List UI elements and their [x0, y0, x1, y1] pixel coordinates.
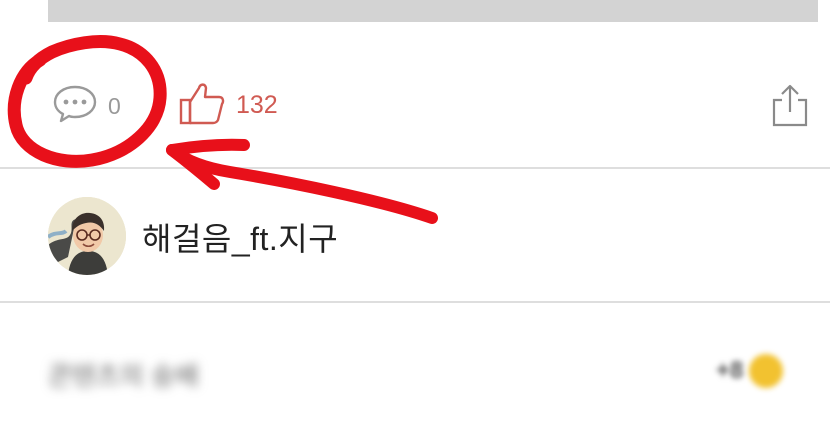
comment-count: 0 [108, 92, 121, 119]
speech-bubble-icon [52, 84, 98, 129]
author-name[interactable]: 해걸음_ft.지구 [142, 214, 338, 260]
share-upload-icon [770, 84, 810, 132]
blurred-reward: +8 [716, 354, 784, 388]
post-action-bar: 0 132 [0, 40, 830, 168]
like-count: 132 [236, 90, 278, 119]
blurred-reward-value: +8 [716, 357, 744, 384]
share-button[interactable] [770, 82, 810, 128]
divider-top [0, 167, 830, 169]
author-row[interactable]: 해걸음_ft.지구 [0, 170, 830, 302]
avatar[interactable] [48, 197, 126, 275]
like-button[interactable]: 132 [178, 82, 278, 128]
blurred-label: 콘텐츠의 숭배 [48, 361, 199, 391]
thumbs-up-icon [178, 80, 226, 131]
divider-bottom [0, 301, 830, 303]
top-gray-bar [48, 0, 818, 22]
blurred-content-row[interactable]: 콘텐츠의 숭배 +8 [0, 320, 830, 425]
comment-button[interactable]: 0 [52, 84, 121, 129]
gold-coin-icon [749, 354, 784, 388]
post-footer-screen: 0 132 해걸음_ft.지구 콘텐츠의 숭배 +8 [0, 0, 830, 425]
